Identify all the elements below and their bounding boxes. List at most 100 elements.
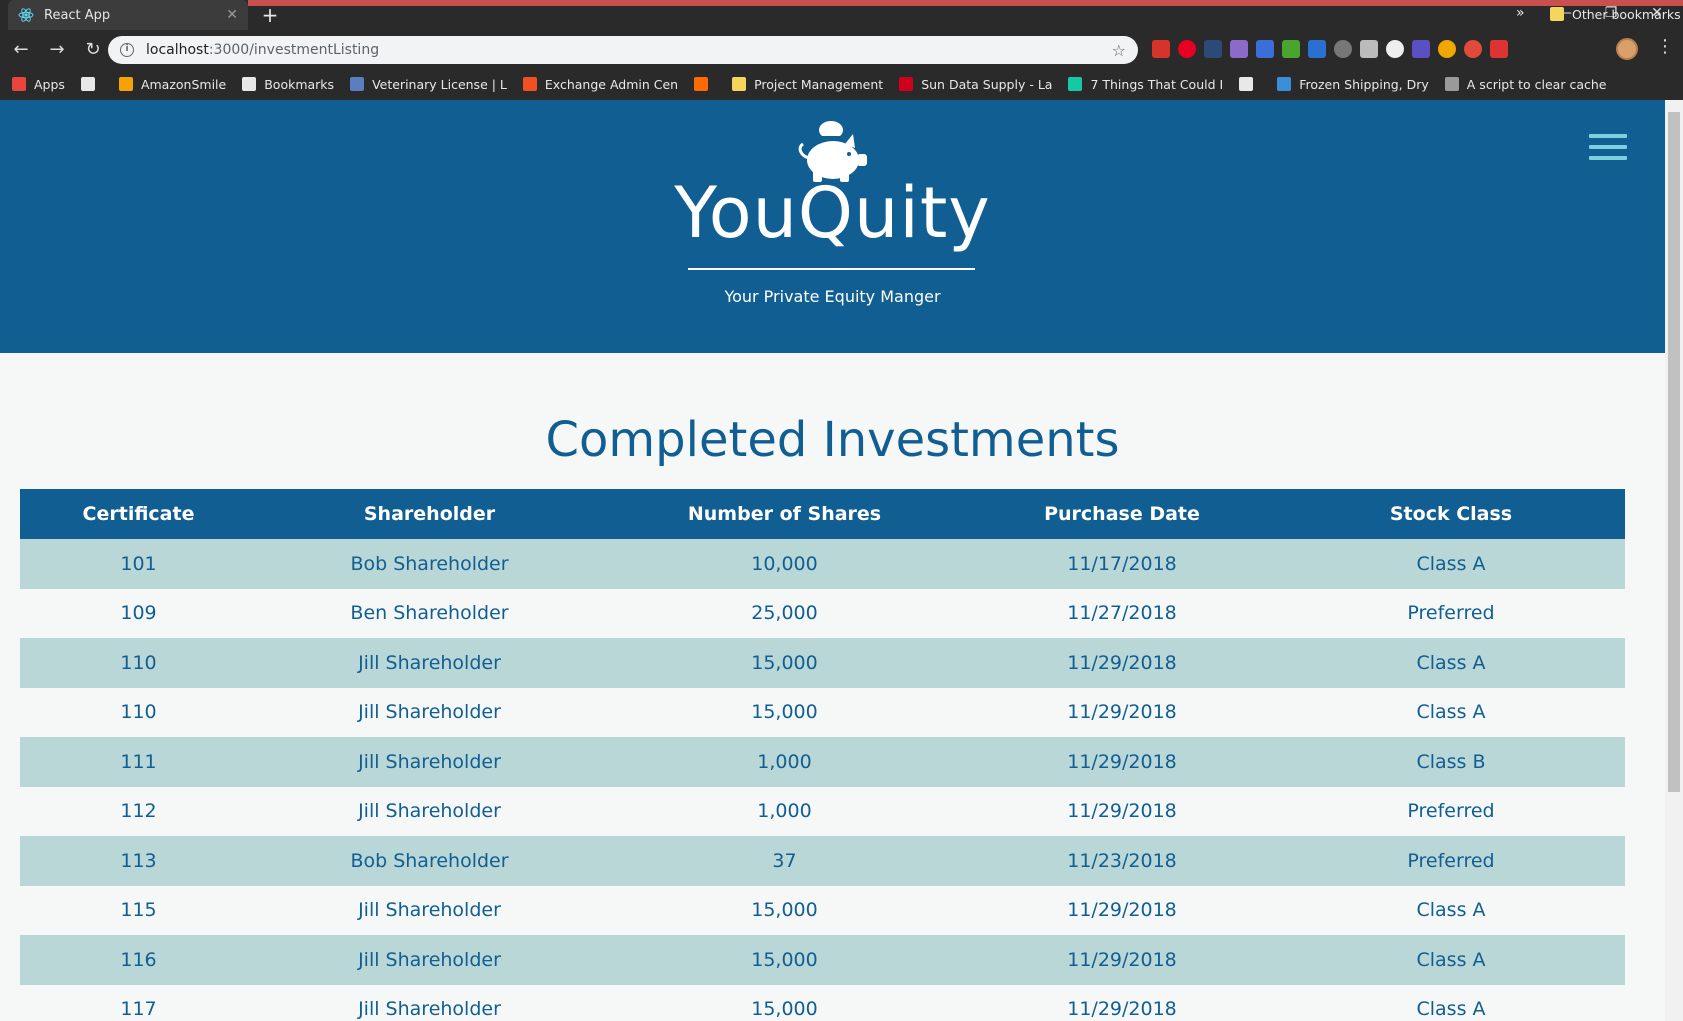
star-icon [242, 77, 257, 91]
column-header-stock-class[interactable]: Stock Class [1277, 489, 1625, 539]
forward-button[interactable]: → [42, 35, 72, 65]
table-row[interactable]: 112 Jill Shareholder 1,000 11/29/2018 Prefer… [20, 786, 1625, 836]
certificate-cell: 101 [20, 539, 257, 589]
investments-table: Certificate Shareholder Number of Shares… [20, 489, 1625, 1021]
column-header-certificate[interactable]: Certificate [20, 489, 257, 539]
table-row[interactable]: 115 Jill Shareholder 15,000 11/29/2018 Class… [20, 885, 1625, 935]
url-host: localhost [146, 42, 209, 58]
reload-button[interactable]: ↻ [78, 35, 108, 65]
pinterest-icon[interactable] [1178, 40, 1196, 58]
bookmark-label: Sun Data Supply - La [921, 76, 1053, 92]
react-logo-icon [18, 8, 34, 22]
ars-icon [694, 77, 709, 91]
shareholder-cell: Ben Shareholder [257, 588, 602, 638]
extension-icon[interactable] [1464, 40, 1482, 58]
shareholder-cell: Jill Shareholder [257, 687, 602, 737]
hamburger-menu-icon[interactable] [1589, 134, 1627, 166]
bookmark-item[interactable] [694, 77, 716, 91]
extension-icon[interactable] [1256, 40, 1274, 58]
bookmark-item[interactable] [80, 77, 103, 91]
bookmark-item[interactable]: Apps [12, 77, 65, 92]
table-row[interactable]: 110 Jill Shareholder 15,000 11/29/2018 Class… [20, 638, 1625, 688]
back-button[interactable]: ← [6, 35, 36, 65]
shareholder-cell: Jill Shareholder [257, 737, 602, 787]
stock-class-cell: Class A [1277, 638, 1625, 688]
table-row[interactable]: 101 Bob Shareholder 10,000 11/17/2018 Class … [20, 539, 1625, 589]
site-info-icon[interactable]: i [120, 43, 134, 57]
extension-icon[interactable] [1152, 40, 1170, 58]
circle-icon [1277, 77, 1292, 91]
table-header-row: Certificate Shareholder Number of Shares… [20, 489, 1625, 539]
column-header-number-of-shares[interactable]: Number of Shares [602, 489, 967, 539]
bookmark-label: Frozen Shipping, Dry [1299, 76, 1429, 92]
new-tab-button[interactable]: + [258, 4, 282, 26]
bookmark-item[interactable]: Project Management [732, 77, 883, 92]
table-row[interactable]: 113 Bob Shareholder 37 11/23/2018 Preferred [20, 836, 1625, 886]
z-icon[interactable] [1412, 40, 1430, 58]
contrast-icon[interactable] [1386, 40, 1404, 58]
pen-icon[interactable] [1230, 40, 1248, 58]
table-row[interactable]: 116 Jill Shareholder 15,000 11/29/2018 Class… [20, 935, 1625, 985]
bookmark-item[interactable]: Veterinary License | L [350, 77, 507, 92]
page-title: Completed Investments [545, 412, 1120, 468]
header-banner: YouQuity Your Private Equity Manger [0, 100, 1665, 353]
tab-title: React App [44, 7, 111, 23]
browser-tab[interactable]: React App ✕ [8, 0, 248, 30]
profile-avatar[interactable] [1616, 38, 1638, 60]
bookmark-label: Project Management [754, 76, 884, 92]
table-row[interactable]: 117 Jill Shareholder 15,000 11/29/2018 Class… [20, 984, 1625, 1021]
certificate-cell: 116 [20, 935, 257, 985]
extension-icon[interactable] [1490, 40, 1508, 58]
purchase-date-cell: 11/29/2018 [967, 687, 1277, 737]
bookmark-item[interactable]: Sun Data Supply - La [899, 77, 1052, 92]
camera-icon[interactable] [1360, 40, 1378, 58]
shares-cell: 15,000 [602, 687, 967, 737]
tab-close-icon[interactable]: ✕ [226, 7, 238, 23]
shares-cell: 37 [602, 836, 967, 886]
bookmark-item[interactable]: Exchange Admin Cen [522, 77, 678, 92]
shares-cell: 25,000 [602, 588, 967, 638]
table-row[interactable]: 111 Jill Shareholder 1,000 11/29/2018 Class … [20, 737, 1625, 787]
browser-chrome: React App ✕ + — ❐ ✕ ← → ↻ i localhost:30… [0, 0, 1683, 100]
bookmark-item[interactable]: A script to clear cache [1444, 76, 1607, 92]
cors-icon[interactable] [1282, 40, 1300, 58]
stock-class-cell: Class A [1277, 984, 1625, 1021]
bookmark-star-icon[interactable]: ☆ [1112, 41, 1126, 60]
extension-icon[interactable] [1334, 40, 1352, 58]
amazon-icon [118, 77, 133, 91]
hamburger-bar [1589, 156, 1627, 160]
shareholder-cell: Jill Shareholder [257, 885, 602, 935]
bookmark-item[interactable]: Frozen Shipping, Dry [1277, 77, 1429, 92]
shares-cell: 15,000 [602, 935, 967, 985]
column-header-purchase-date[interactable]: Purchase Date [967, 489, 1277, 539]
bookmark-item[interactable]: Bookmarks [242, 77, 334, 92]
bookmark-item[interactable]: 7 Things That Could I [1068, 77, 1223, 92]
apps-grid-icon [12, 77, 26, 91]
bookmark-label: AmazonSmile [140, 76, 227, 92]
more-bookmarks-icon[interactable]: » [1516, 5, 1525, 21]
address-bar[interactable]: i localhost:3000/investmentListing ☆ [108, 36, 1138, 64]
shares-cell: 15,000 [602, 638, 967, 688]
gear-icon[interactable] [1438, 40, 1456, 58]
shareholder-cell: Bob Shareholder [257, 539, 602, 589]
column-header-shareholder[interactable]: Shareholder [257, 489, 602, 539]
purchase-date-cell: 11/29/2018 [967, 786, 1277, 836]
bookmark-label: A script to clear cache [1466, 76, 1607, 92]
table-row[interactable]: 110 Jill Shareholder 15,000 11/29/2018 Class… [20, 687, 1625, 737]
bookmark-item[interactable] [1239, 77, 1261, 91]
arrow-circle-icon [1068, 77, 1083, 91]
browser-menu-icon[interactable]: ⋮ [1656, 36, 1674, 57]
other-bookmarks[interactable]: Other bookmarks [1550, 0, 1681, 28]
extension-icon[interactable] [1204, 40, 1222, 58]
bookmark-item[interactable]: AmazonSmile [118, 76, 227, 92]
drive-icon[interactable] [1308, 40, 1326, 58]
table-row[interactable]: 109 Ben Shareholder 25,000 11/27/2018 Prefer… [20, 588, 1625, 638]
bookmark-label: Veterinary License | L [372, 76, 507, 92]
scrollbar-thumb[interactable] [1668, 112, 1680, 792]
page-icon [80, 77, 95, 91]
shareholder-cell: Jill Shareholder [257, 984, 602, 1021]
stock-class-cell: Class A [1277, 935, 1625, 985]
shares-cell: 15,000 [602, 885, 967, 935]
shareholder-cell: Jill Shareholder [257, 638, 602, 688]
bookmark-label: Bookmarks [264, 76, 335, 92]
